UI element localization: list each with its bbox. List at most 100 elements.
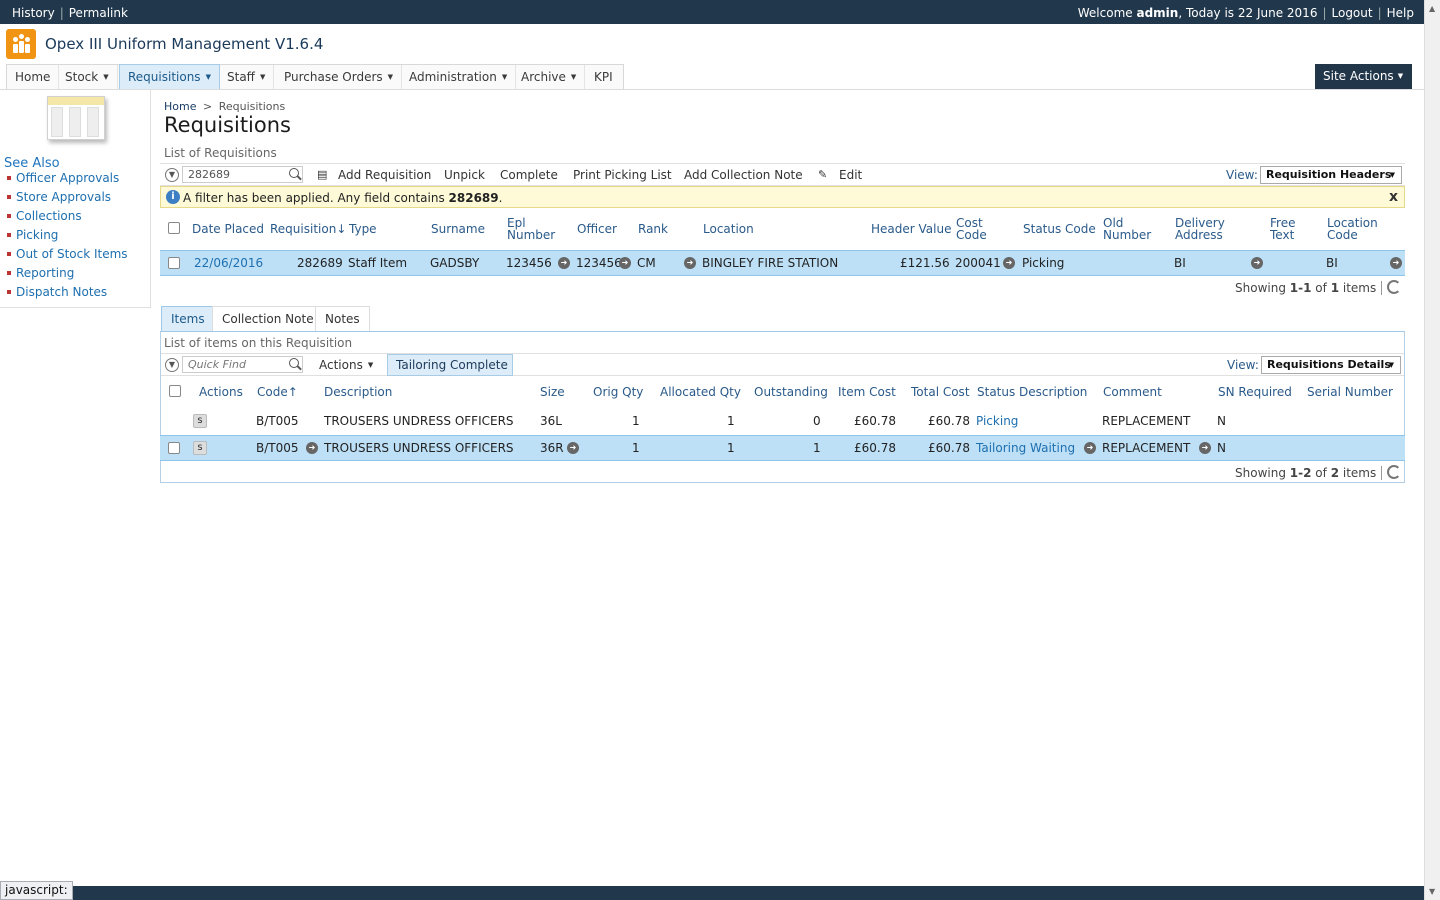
item-cost-cell: £60.78 xyxy=(854,441,896,455)
col-outstanding[interactable]: Outstanding xyxy=(754,386,828,398)
col-header-value[interactable]: Header Value xyxy=(871,223,951,235)
nav-archive[interactable]: Archive ▼ xyxy=(513,65,586,89)
col-comment[interactable]: Comment xyxy=(1103,386,1162,398)
breadcrumb: Home > Requisitions xyxy=(164,100,285,113)
arrow-right-icon[interactable]: ➜ xyxy=(306,442,318,454)
refresh-icon[interactable] xyxy=(1387,280,1401,294)
actions-menu[interactable]: Actions ▼ xyxy=(319,358,373,372)
chevron-down-icon[interactable]: ▼ xyxy=(165,358,179,372)
col-cost-code[interactable]: Cost Code xyxy=(956,217,996,241)
col-code[interactable]: Code↑ xyxy=(257,386,298,398)
col-type[interactable]: Type xyxy=(349,223,377,235)
col-size[interactable]: Size xyxy=(540,386,565,398)
list-label: List of Requisitions xyxy=(164,146,277,160)
sidebar-item-collections[interactable]: Collections xyxy=(16,209,82,223)
history-link[interactable]: History xyxy=(12,6,55,20)
nav-stock[interactable]: Stock ▼ xyxy=(57,65,118,89)
permalink-link[interactable]: Permalink xyxy=(69,6,128,20)
col-requisition[interactable]: Requisition↓ xyxy=(270,223,346,235)
arrow-right-icon[interactable]: ➜ xyxy=(619,257,631,269)
site-actions-button[interactable]: Site Actions ▼ xyxy=(1315,64,1412,89)
col-status-code[interactable]: Status Code xyxy=(1023,223,1096,235)
nav-home[interactable]: Home xyxy=(7,65,60,89)
row-checkbox[interactable] xyxy=(168,442,180,454)
status-description-cell[interactable]: Tailoring Waiting xyxy=(976,441,1075,455)
divider xyxy=(1381,281,1382,295)
col-status-description[interactable]: Status Description xyxy=(977,386,1087,398)
col-date-placed[interactable]: Date Placed xyxy=(192,223,264,235)
col-actions[interactable]: Actions xyxy=(199,386,243,398)
col-location[interactable]: Location xyxy=(703,223,754,235)
view-select[interactable]: Requisition Headers ▼ xyxy=(1260,166,1402,184)
date-placed-cell[interactable]: 22/06/2016 xyxy=(194,256,263,270)
tab-notes[interactable]: Notes xyxy=(315,306,370,332)
app-title[interactable]: Opex III Uniform Management V1.6.4 xyxy=(45,35,323,53)
logout-link[interactable]: Logout xyxy=(1332,6,1373,20)
nav-purchase-orders[interactable]: Purchase Orders ▼ xyxy=(276,65,403,89)
arrow-right-icon[interactable]: ➜ xyxy=(1251,257,1263,269)
sidebar-item-reporting[interactable]: Reporting xyxy=(16,266,74,280)
vertical-scrollbar[interactable]: ▲ ▼ xyxy=(1424,0,1440,900)
row-action-button[interactable]: s xyxy=(193,441,207,455)
edit-icon[interactable]: ✎ xyxy=(818,168,827,181)
add-requisition-icon[interactable]: ▤ xyxy=(317,168,327,181)
col-description[interactable]: Description xyxy=(324,386,392,398)
select-all-checkbox[interactable] xyxy=(168,222,180,234)
status-description-cell[interactable]: Picking xyxy=(976,414,1018,428)
nav-administration[interactable]: Administration ▼ xyxy=(401,65,517,89)
refresh-icon[interactable] xyxy=(1387,465,1401,479)
help-link[interactable]: Help xyxy=(1387,6,1414,20)
nav-kpi[interactable]: KPI xyxy=(586,65,621,89)
col-officer[interactable]: Officer xyxy=(577,223,617,235)
close-filter-button[interactable]: x xyxy=(1389,189,1398,205)
scroll-down-icon[interactable]: ▼ xyxy=(1429,887,1435,896)
select-all-checkbox[interactable] xyxy=(169,385,181,397)
nav-staff[interactable]: Staff ▼ xyxy=(219,65,275,89)
arrow-right-icon[interactable]: ➜ xyxy=(1390,257,1402,269)
col-location-code[interactable]: Location Code xyxy=(1327,217,1387,241)
add-requisition-button[interactable]: Add Requisition xyxy=(338,168,431,182)
col-orig-qty[interactable]: Orig Qty xyxy=(593,386,643,398)
complete-button[interactable]: Complete xyxy=(500,168,558,182)
col-sn-required[interactable]: SN Required xyxy=(1218,386,1292,398)
breadcrumb-home[interactable]: Home xyxy=(164,100,196,113)
col-item-cost[interactable]: Item Cost xyxy=(838,386,896,398)
allocated-qty-cell: 1 xyxy=(727,414,735,428)
chevron-down-icon[interactable]: ▼ xyxy=(165,168,179,182)
arrow-right-icon[interactable]: ➜ xyxy=(1199,442,1211,454)
unpick-button[interactable]: Unpick xyxy=(444,168,485,182)
scroll-up-icon[interactable]: ▲ xyxy=(1429,4,1435,13)
tab-collection-note[interactable]: Collection Note xyxy=(212,306,324,332)
print-picking-list-button[interactable]: Print Picking List xyxy=(573,168,672,182)
col-total-cost[interactable]: Total Cost xyxy=(911,386,970,398)
col-old-number[interactable]: Old Number xyxy=(1103,217,1155,241)
quick-find-input[interactable]: Quick Find xyxy=(182,356,303,373)
sidebar-item-store-approvals[interactable]: Store Approvals xyxy=(16,190,111,204)
row-action-button[interactable]: s xyxy=(193,414,207,428)
sidebar-item-dispatch-notes[interactable]: Dispatch Notes xyxy=(16,285,107,299)
col-serial-number[interactable]: Serial Number xyxy=(1307,386,1393,398)
col-epl-number[interactable]: Epl Number xyxy=(507,217,557,241)
view-select[interactable]: Requisitions Details ▼ xyxy=(1261,356,1401,374)
col-surname[interactable]: Surname xyxy=(431,223,485,235)
arrow-right-icon[interactable]: ➜ xyxy=(1003,257,1015,269)
requisition-toolbar: ▼ 282689 ▤ Add Requisition Unpick Comple… xyxy=(160,163,1405,186)
sidebar-item-officer-approvals[interactable]: Officer Approvals xyxy=(16,171,119,185)
col-free-text[interactable]: Free Text xyxy=(1270,217,1310,241)
tailoring-complete-button[interactable]: Tailoring Complete xyxy=(387,354,513,376)
arrow-right-icon[interactable]: ➜ xyxy=(684,257,696,269)
sidebar-item-picking[interactable]: Picking xyxy=(16,228,58,242)
edit-button[interactable]: Edit xyxy=(839,168,862,182)
add-collection-note-button[interactable]: Add Collection Note xyxy=(684,168,803,182)
nav-requisitions[interactable]: Requisitions ▼ xyxy=(119,64,220,90)
tab-items[interactable]: Items xyxy=(161,306,215,332)
search-input[interactable]: 282689 xyxy=(182,166,303,183)
arrow-right-icon[interactable]: ➜ xyxy=(558,257,570,269)
arrow-right-icon[interactable]: ➜ xyxy=(1084,442,1096,454)
col-allocated-qty[interactable]: Allocated Qty xyxy=(660,386,741,398)
sidebar-item-out-of-stock-items[interactable]: Out of Stock Items xyxy=(16,247,128,261)
col-rank[interactable]: Rank xyxy=(638,223,668,235)
col-delivery-address[interactable]: Delivery Address xyxy=(1175,217,1235,241)
row-checkbox[interactable] xyxy=(168,257,180,269)
arrow-right-icon[interactable]: ➜ xyxy=(567,442,579,454)
